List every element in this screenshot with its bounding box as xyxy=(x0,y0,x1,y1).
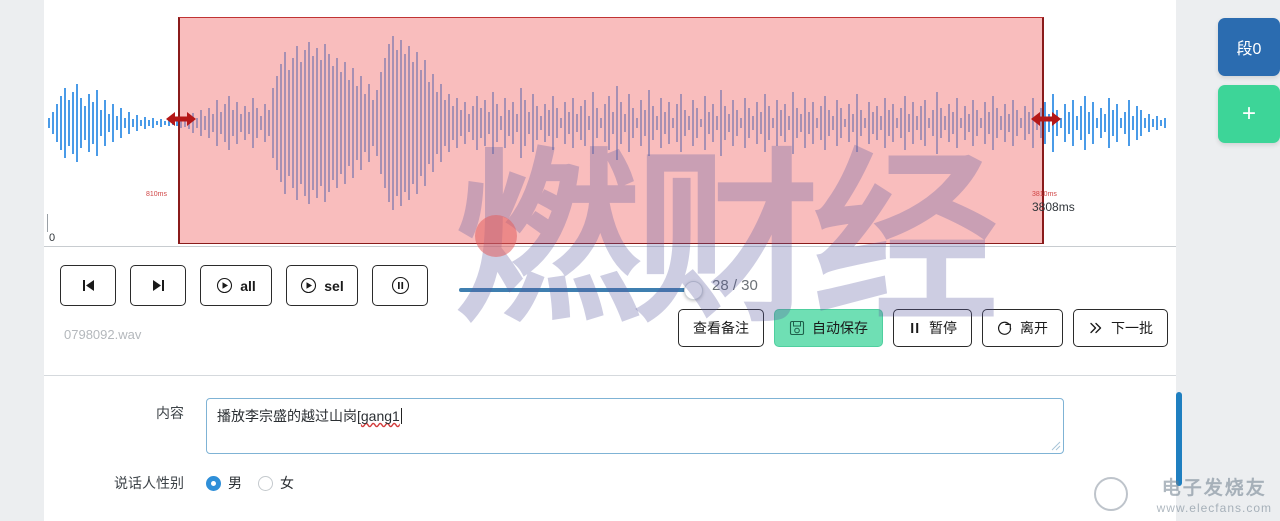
logout-icon xyxy=(998,321,1012,335)
selection-start-time-label: 810ms xyxy=(146,191,168,198)
watermark-logo-icon xyxy=(1094,477,1128,511)
pause-icon xyxy=(911,323,919,333)
play-selection-label: sel xyxy=(324,277,344,294)
radio-unselected-icon xyxy=(258,475,273,491)
form-scrollbar[interactable] xyxy=(1176,392,1182,486)
add-segment-button[interactable]: + xyxy=(1218,85,1280,143)
pause-circle-icon xyxy=(391,276,409,295)
waveform-selection-region[interactable] xyxy=(178,17,1044,244)
segment-label: 段0 xyxy=(1236,41,1262,58)
content-text-misspelled: gang1 xyxy=(360,408,400,424)
play-all-label: all xyxy=(240,277,256,294)
play-circle-icon xyxy=(217,277,233,294)
gender-radio-male[interactable]: 男 xyxy=(206,473,242,493)
gender-radio-female[interactable]: 女 xyxy=(258,473,294,493)
annotation-app: 810ms 3810ms 3808ms 0 all sel 28 / 30 查看… xyxy=(44,0,1182,521)
add-label: + xyxy=(1241,100,1256,127)
pause-task-label: 暂停 xyxy=(929,320,957,336)
gender-label: 说话人性别 xyxy=(114,475,184,491)
slider-track[interactable] xyxy=(459,288,694,292)
skip-to-end-icon xyxy=(152,280,164,291)
content-row: 内容 播放李宗盛的越过山岗[gang1 xyxy=(44,398,1176,454)
audio-filename-label: 0798092.wav xyxy=(64,327,142,342)
play-selection-button[interactable]: sel xyxy=(286,265,358,306)
next-batch-label: 下一批 xyxy=(1111,320,1153,336)
drag-arrow-right-icon xyxy=(1031,112,1061,126)
slider-knob[interactable] xyxy=(684,281,703,300)
leave-button[interactable]: 离开 xyxy=(982,309,1063,347)
side-button-group: 段0 + xyxy=(1218,18,1280,143)
gender-radio-group: 男 女 xyxy=(206,468,294,498)
pause-playback-button[interactable] xyxy=(372,265,428,306)
selection-end-time-label-small: 3810ms xyxy=(1032,191,1057,198)
auto-save-label: 自动保存 xyxy=(812,320,868,336)
transport-section: all sel 28 / 30 查看备注 自动保存 暂停 离开 下一批 0798… xyxy=(44,247,1176,375)
action-button-row: 查看备注 自动保存 暂停 离开 下一批 xyxy=(678,309,1168,347)
selection-handle-right[interactable] xyxy=(1029,108,1063,130)
radio-selected-icon xyxy=(206,475,221,491)
textarea-resize-grip[interactable] xyxy=(1049,439,1061,451)
save-icon xyxy=(789,320,805,336)
leave-label: 离开 xyxy=(1020,320,1048,336)
gender-male-label: 男 xyxy=(228,475,242,491)
axis-tick-mark xyxy=(47,214,48,232)
double-chevron-right-icon xyxy=(1090,322,1102,334)
skip-to-start-icon xyxy=(82,280,94,291)
annotation-form: 内容 播放李宗盛的越过山岗[gang1 说话人性别 男 女 xyxy=(44,375,1182,521)
gender-row: 说话人性别 男 女 xyxy=(44,468,1176,498)
content-label: 内容 xyxy=(156,405,184,421)
left-gutter xyxy=(0,0,44,521)
progress-count-label: 28 / 30 xyxy=(712,277,758,294)
auto-save-button[interactable]: 自动保存 xyxy=(774,309,883,347)
pause-task-button[interactable]: 暂停 xyxy=(893,309,972,347)
waveform-panel[interactable]: 810ms 3810ms 3808ms 0 xyxy=(44,0,1176,247)
content-text-normal: 播放李宗盛的越过山岗[ xyxy=(217,408,361,424)
selection-end-time-label: 3808ms xyxy=(1032,200,1075,214)
drag-arrow-left-icon xyxy=(166,112,196,126)
view-notes-button[interactable]: 查看备注 xyxy=(678,309,764,347)
play-circle-icon xyxy=(301,277,317,294)
gender-female-label: 女 xyxy=(280,475,294,491)
segment-button[interactable]: 段0 xyxy=(1218,18,1280,76)
skip-to-end-button[interactable] xyxy=(130,265,186,306)
play-all-button[interactable]: all xyxy=(200,265,272,306)
content-textarea[interactable]: 播放李宗盛的越过山岗[gang1 xyxy=(206,398,1064,454)
task-progress-slider[interactable]: 28 / 30 xyxy=(459,277,758,301)
next-batch-button[interactable]: 下一批 xyxy=(1073,309,1168,347)
axis-origin-label: 0 xyxy=(49,232,56,244)
selection-handle-left[interactable] xyxy=(164,108,198,130)
text-caret xyxy=(400,408,402,424)
view-notes-label: 查看备注 xyxy=(693,320,749,336)
skip-to-start-button[interactable] xyxy=(60,265,116,306)
